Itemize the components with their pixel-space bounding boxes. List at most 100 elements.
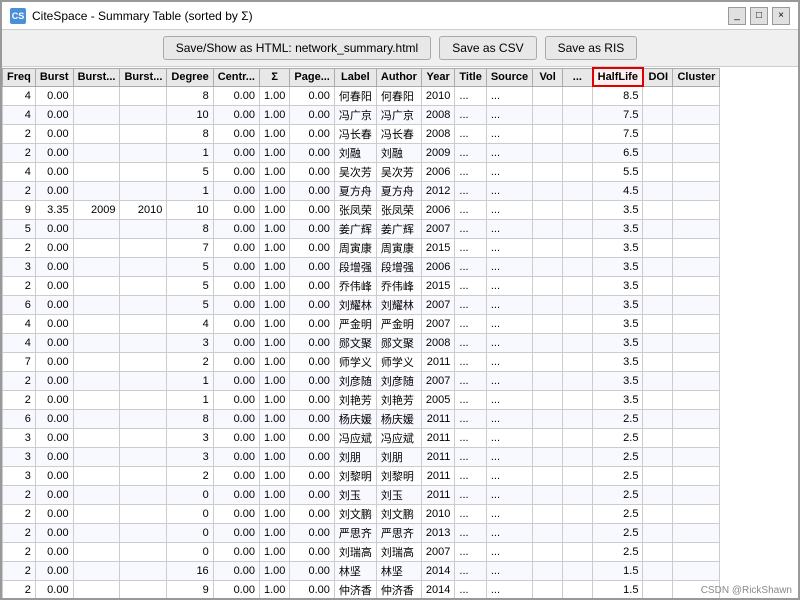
table-cell: ... xyxy=(486,352,532,371)
table-cell xyxy=(673,352,720,371)
table-cell xyxy=(73,219,120,238)
table-cell xyxy=(533,409,563,428)
table-cell: 2015 xyxy=(421,238,454,257)
table-cell: 2 xyxy=(3,504,36,523)
table-cell: 2.5 xyxy=(593,485,643,504)
table-cell xyxy=(563,276,593,295)
table-cell: ... xyxy=(455,561,486,580)
close-button[interactable]: × xyxy=(772,7,790,25)
table-cell xyxy=(673,485,720,504)
table-cell xyxy=(533,276,563,295)
table-row: 70.0020.001.000.00师学义师学义2011......3.5 xyxy=(3,352,720,371)
table-cell: 0.00 xyxy=(290,485,334,504)
table-container[interactable]: FreqBurstBurst...Burst...DegreeCentr...Σ… xyxy=(2,67,798,598)
table-cell: 0.00 xyxy=(213,542,259,561)
table-cell: 3 xyxy=(3,447,36,466)
table-cell: 0.00 xyxy=(35,295,73,314)
table-cell: 2 xyxy=(3,561,36,580)
table-cell: 0.00 xyxy=(35,409,73,428)
table-cell: 0.00 xyxy=(290,390,334,409)
table-cell xyxy=(673,124,720,143)
table-cell: 2006 xyxy=(421,162,454,181)
table-cell: 0.00 xyxy=(213,238,259,257)
table-row: 20.0010.001.000.00刘彦随刘彦随2007......3.5 xyxy=(3,371,720,390)
table-cell: 3.5 xyxy=(593,257,643,276)
table-cell: 3 xyxy=(167,428,213,447)
table-cell xyxy=(120,428,167,447)
table-cell: ... xyxy=(455,371,486,390)
table-cell: 刘艳芳 xyxy=(376,390,421,409)
table-cell xyxy=(643,143,673,162)
table-cell: ... xyxy=(455,523,486,542)
table-cell: 0.00 xyxy=(213,371,259,390)
table-cell: 0.00 xyxy=(213,561,259,580)
table-row: 50.0080.001.000.00姜广辉姜广辉2007......3.5 xyxy=(3,219,720,238)
table-cell: 2 xyxy=(3,181,36,200)
table-cell xyxy=(533,561,563,580)
table-cell: ... xyxy=(486,447,532,466)
table-cell xyxy=(533,257,563,276)
table-cell: ... xyxy=(486,523,532,542)
table-cell: 2011 xyxy=(421,447,454,466)
table-row: 20.0070.001.000.00周寅康周寅康2015......3.5 xyxy=(3,238,720,257)
table-cell: ... xyxy=(486,162,532,181)
table-cell xyxy=(533,504,563,523)
table-cell: 杨庆媛 xyxy=(376,409,421,428)
table-row: 40.0080.001.000.00何春阳何春阳2010......8.5 xyxy=(3,86,720,105)
table-cell xyxy=(73,561,120,580)
table-cell: 杨庆媛 xyxy=(334,409,376,428)
table-cell: 夏方舟 xyxy=(376,181,421,200)
table-cell: 0.00 xyxy=(35,485,73,504)
table-cell: 0.00 xyxy=(213,162,259,181)
table-cell xyxy=(643,542,673,561)
table-cell: 0.00 xyxy=(35,390,73,409)
table-cell xyxy=(673,333,720,352)
table-cell: 0.00 xyxy=(35,504,73,523)
table-cell: 9 xyxy=(167,580,213,598)
save-ris-button[interactable]: Save as RIS xyxy=(545,36,638,60)
main-window: CS CiteSpace - Summary Table (sorted by … xyxy=(0,0,800,600)
table-cell: 2007 xyxy=(421,542,454,561)
table-cell: 2 xyxy=(3,542,36,561)
table-cell xyxy=(673,314,720,333)
save-html-button[interactable]: Save/Show as HTML: network_summary.html xyxy=(163,36,432,60)
col-header-author: Author xyxy=(376,68,421,86)
save-csv-button[interactable]: Save as CSV xyxy=(439,36,536,60)
table-cell xyxy=(120,124,167,143)
minimize-button[interactable]: _ xyxy=(728,7,746,25)
table-cell: 3 xyxy=(3,257,36,276)
table-cell xyxy=(533,390,563,409)
table-cell: 0.00 xyxy=(35,219,73,238)
col-header-label: Label xyxy=(334,68,376,86)
table-cell: ... xyxy=(486,542,532,561)
window-controls: _ □ × xyxy=(728,7,790,25)
table-cell: ... xyxy=(486,390,532,409)
table-cell: 郧文聚 xyxy=(376,333,421,352)
col-header-doi: DOI xyxy=(643,68,673,86)
table-cell: 2.5 xyxy=(593,447,643,466)
table-cell: 1.00 xyxy=(259,580,289,598)
table-cell: 2009 xyxy=(73,200,120,219)
table-cell xyxy=(643,485,673,504)
table-cell: 1.00 xyxy=(259,86,289,105)
table-cell: 严金明 xyxy=(334,314,376,333)
table-cell: ... xyxy=(455,257,486,276)
table-cell xyxy=(73,485,120,504)
table-cell xyxy=(120,504,167,523)
table-cell: 1.00 xyxy=(259,314,289,333)
table-cell xyxy=(73,295,120,314)
table-cell xyxy=(120,390,167,409)
table-cell: 冯广京 xyxy=(376,105,421,124)
table-row: 20.0010.001.000.00刘融刘融2009......6.5 xyxy=(3,143,720,162)
table-cell: 4 xyxy=(3,314,36,333)
table-cell: 冯长春 xyxy=(334,124,376,143)
table-cell: 段增强 xyxy=(376,257,421,276)
table-cell: 严思齐 xyxy=(376,523,421,542)
table-cell: 9 xyxy=(3,200,36,219)
table-cell: 2 xyxy=(3,523,36,542)
table-cell: 3.5 xyxy=(593,295,643,314)
maximize-button[interactable]: □ xyxy=(750,7,768,25)
table-cell: 0.00 xyxy=(290,409,334,428)
table-cell: 段增强 xyxy=(334,257,376,276)
table-cell xyxy=(533,542,563,561)
